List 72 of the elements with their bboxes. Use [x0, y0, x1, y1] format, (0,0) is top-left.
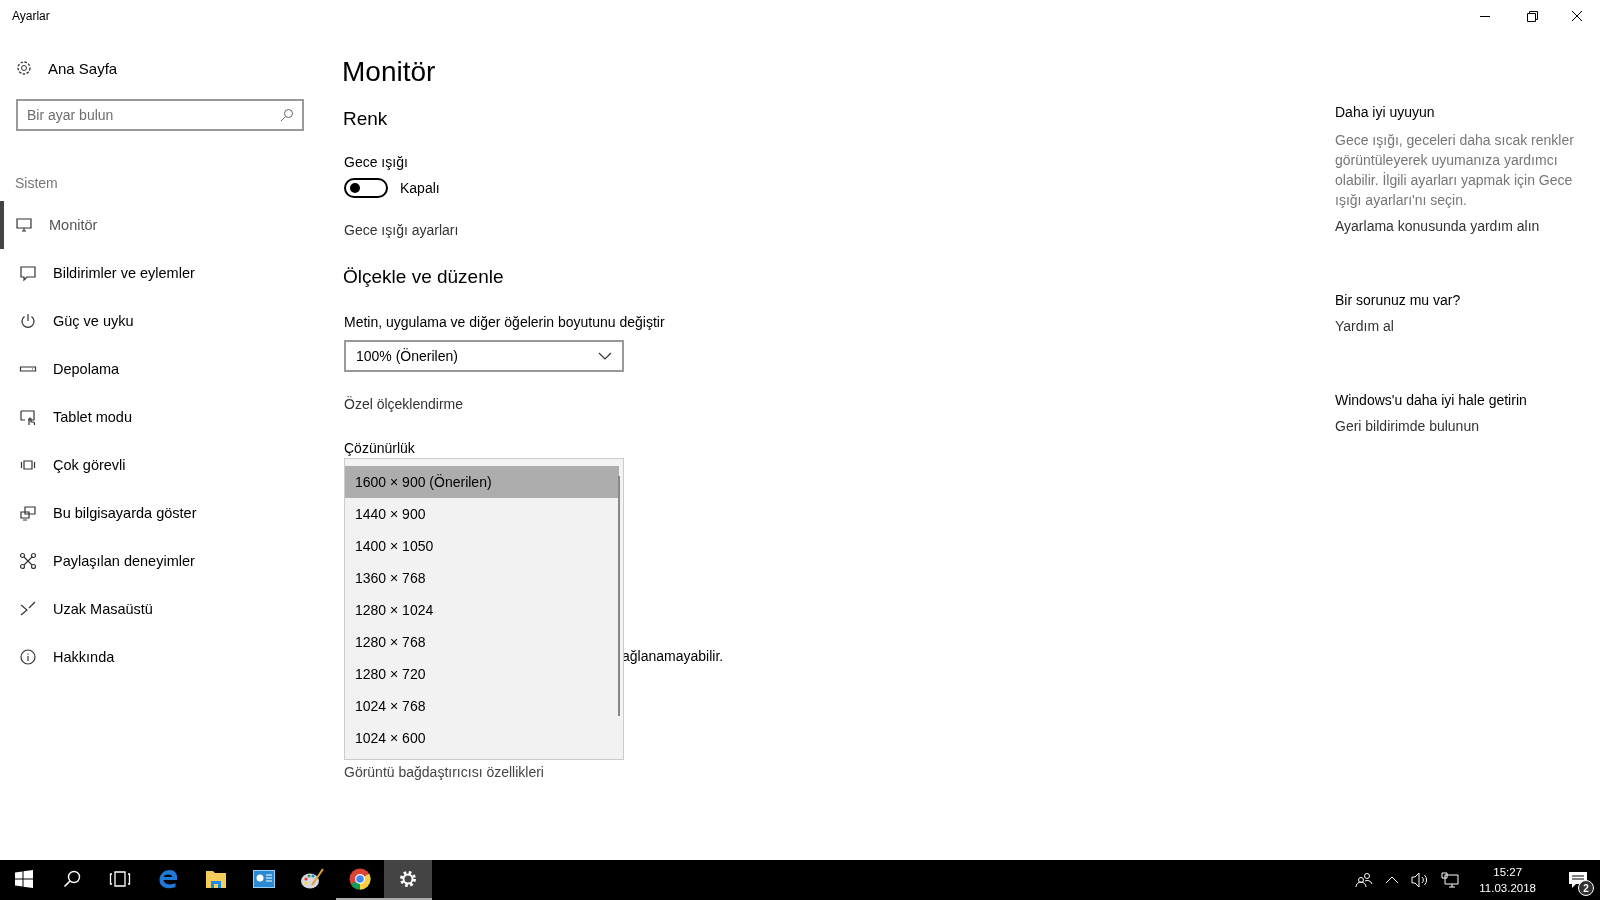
speaker-icon[interactable] [1411, 872, 1430, 888]
sidebar-item[interactable]: Bildirimler ve eylemler [0, 249, 300, 297]
sidebar-item[interactable]: Depolama [0, 345, 300, 393]
section-heading: Ölçekle ve düzenle [343, 266, 504, 288]
sidebar-item[interactable]: Güç ve uyku [0, 297, 300, 345]
project-icon [19, 504, 37, 522]
shared-icon [19, 552, 37, 570]
settings-link[interactable]: Özel ölçeklendirme [344, 396, 464, 412]
search-field[interactable]: Bir ayar bulun [16, 99, 304, 131]
sidebar-item[interactable]: Uzak Masaüstü [0, 585, 300, 633]
settings-link[interactable]: Gece ışığı ayarları [344, 222, 459, 238]
windows-icon [15, 870, 33, 888]
field-label: Metin, uygulama ve diğer öğelerin boyutunu değiştir [344, 314, 665, 330]
help-link[interactable]: Geri bildirimde bulunun [1335, 418, 1575, 434]
settings-link[interactable]: Görüntü bağdaştırıcısı özellikleri [344, 764, 544, 780]
dropdown-option[interactable]: 1400 × 1050 [345, 530, 619, 562]
dropdown-option[interactable]: 1600 × 900 (Önerilen) [345, 466, 619, 498]
chevron-up-icon[interactable] [1385, 876, 1400, 884]
help-text: Gece ışığı, geceleri daha sıcak renkler görüntüleyerek uyumanıza yardımcı olabilir. İlgili ayarları yapmak için Gece ışığı ayarları'nı seçin. [1335, 131, 1575, 210]
help-heading: Daha iyi uyuyun [1335, 104, 1436, 120]
toggle-switch[interactable] [344, 178, 388, 198]
browser-e-icon [157, 868, 179, 890]
toggle-state: Kapalı [400, 180, 440, 196]
folder-icon [205, 869, 227, 889]
scrollbar[interactable] [618, 476, 620, 716]
body-text: ağlanamayabilir. [622, 648, 724, 664]
palette-icon [300, 868, 324, 890]
gear-icon [398, 869, 418, 889]
home-nav-item[interactable]: Ana Sayfa [0, 55, 118, 81]
dropdown-option[interactable]: 1280 × 768 [345, 626, 619, 658]
gear-icon [15, 59, 33, 77]
sidebar-item[interactable]: Tablet modu [0, 393, 300, 441]
dropdown-option[interactable]: 1024 × 600 [345, 722, 619, 754]
dashboard-icon [253, 870, 275, 888]
help-link[interactable]: Yardım al [1335, 318, 1575, 334]
section-heading: Renk [343, 108, 388, 130]
sidebar-item[interactable]: Bu bilgisayarda göster [0, 489, 300, 537]
help-heading: Bir sorunuz mu var? [1335, 292, 1462, 308]
clock[interactable]: 15:27 11.03.2018 [1471, 864, 1544, 896]
section-label: Sistem [15, 175, 58, 191]
power-icon [19, 312, 37, 330]
chevron-icon [598, 352, 612, 360]
tablet-icon [19, 408, 37, 426]
window-title: Ayarlar [11, 9, 50, 23]
taskbar-button[interactable] [384, 860, 432, 900]
notification-badge: 2 [1578, 880, 1594, 896]
circle-logo-icon [349, 868, 371, 890]
dropdown-option[interactable]: 1024 × 768 [345, 690, 619, 722]
sidebar-item[interactable]: Paylaşılan deneyimler [0, 537, 300, 585]
network-icon[interactable] [1441, 872, 1460, 888]
help-heading: Windows'u daha iyi hale getirin [1335, 392, 1528, 408]
field-label: Çözünürlük [344, 440, 415, 456]
sidebar-item[interactable]: Hakkında [0, 633, 300, 681]
dropdown-option[interactable]: 1280 × 1024 [345, 594, 619, 626]
notifications-icon [19, 264, 37, 282]
task-view-icon [109, 871, 131, 887]
search-icon [63, 870, 81, 888]
dropdown-option[interactable]: 1440 × 900 [345, 498, 619, 530]
sidebar-item[interactable]: Çok görevli [0, 441, 300, 489]
toggle-label: Gece ışığı [344, 154, 408, 170]
search-icon [280, 108, 294, 122]
page-title: Monitör [342, 56, 436, 88]
remote-icon [19, 600, 37, 618]
sidebar-item[interactable]: Monitör [0, 201, 300, 249]
help-link[interactable]: Ayarlama konusunda yardım alın [1335, 218, 1575, 234]
about-icon [19, 648, 37, 666]
action-center-button[interactable]: 2 [1556, 860, 1600, 900]
people-icon[interactable] [1355, 872, 1374, 888]
dropdown-option[interactable]: 1280 × 720 [345, 658, 619, 690]
scale-dropdown[interactable]: 100% (Önerilen) [344, 340, 624, 372]
dropdown-option[interactable]: 1360 × 768 [345, 562, 619, 594]
monitor-icon [15, 216, 33, 234]
